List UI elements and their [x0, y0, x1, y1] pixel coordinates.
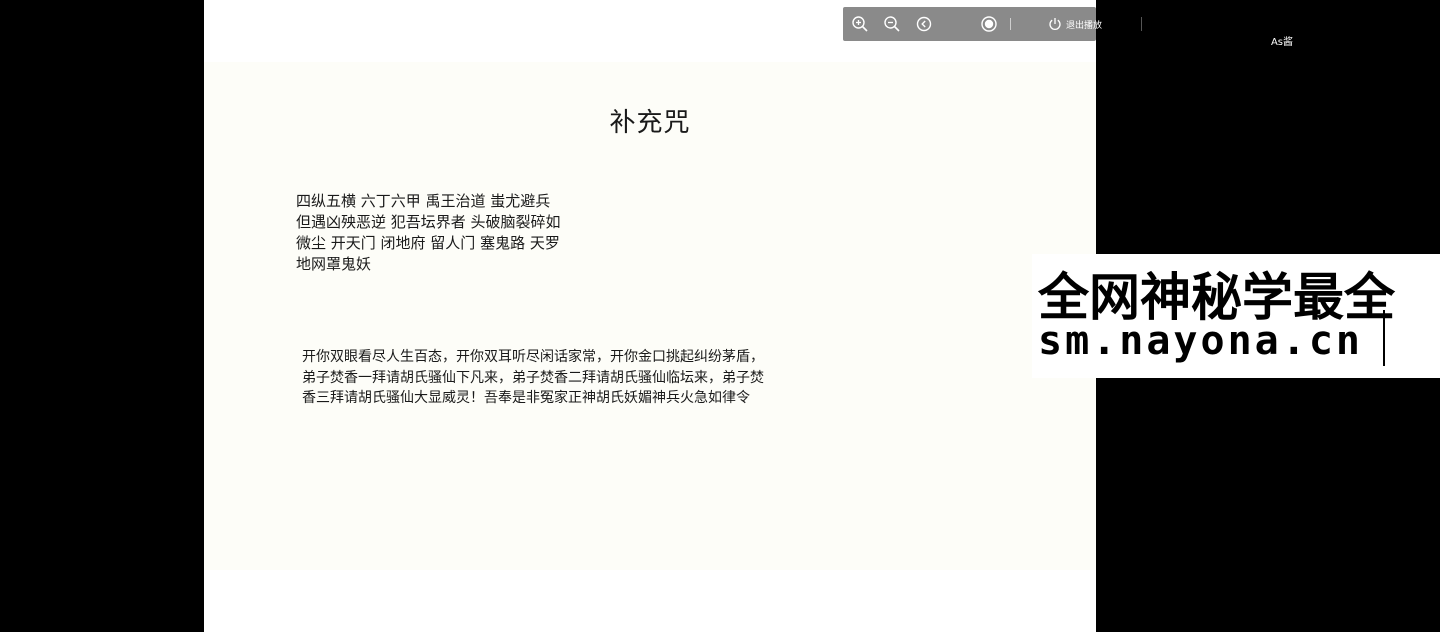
incantation-paragraph-2: 开你双眼看尽人生百态，开你双耳听尽闲话家常，开你金口挑起纠纷茅盾， 弟子焚香一拜… — [302, 347, 872, 409]
watermark-url: sm.nayona.cn — [1038, 318, 1363, 364]
zoom-out-icon[interactable] — [883, 15, 901, 33]
back-icon[interactable] — [915, 15, 933, 33]
paragraph-line: 地网罩鬼妖 — [296, 255, 372, 273]
watermark-overlay: 全网神秘学最全 sm.nayona.cn — [1032, 254, 1440, 378]
paragraph-line: 四纵五横 六丁六甲 禹王治道 蚩尤避兵 — [296, 192, 551, 210]
incantation-paragraph-1: 四纵五横 六丁六甲 禹王治道 蚩尤避兵 但遇凶殃恶逆 犯吾坛界者 头破脑裂碎如 … — [296, 191, 606, 275]
screen: 补充咒 四纵五横 六丁六甲 禹王治道 蚩尤避兵 但遇凶殃恶逆 犯吾坛界者 头破脑… — [0, 0, 1440, 632]
paragraph-line: 香三拜请胡氏骚仙大显威灵！吾奉是非冤家正神胡氏妖媚神兵火急如律令 — [302, 390, 750, 406]
presentation-slide: 补充咒 四纵五横 六丁六甲 禹王治道 蚩尤避兵 但遇凶殃恶逆 犯吾坛界者 头破脑… — [204, 0, 1096, 632]
text-cursor — [1383, 310, 1385, 366]
slide-title: 补充咒 — [609, 108, 691, 138]
exit-playback-label: 退出播放 — [1066, 20, 1103, 31]
header-divider — [1141, 17, 1142, 31]
paragraph-line: 微尘 开天门 闭地府 留人门 塞鬼路 天罗 — [296, 234, 560, 252]
exit-playback-button[interactable]: 退出播放 — [1048, 16, 1102, 32]
record-icon[interactable] — [980, 15, 998, 33]
toolbar-divider — [1010, 18, 1011, 30]
presentation-toolbar: 退出播放 — [843, 7, 1102, 41]
user-name: As酱 — [1270, 37, 1294, 48]
zoom-in-icon[interactable] — [851, 15, 869, 33]
power-icon — [1049, 18, 1061, 30]
paragraph-line: 开你双眼看尽人生百态，开你双耳听尽闲话家常，开你金口挑起纠纷茅盾， — [302, 349, 764, 365]
paragraph-line: 但遇凶殃恶逆 犯吾坛界者 头破脑裂碎如 — [296, 213, 561, 231]
paragraph-line: 弟子焚香一拜请胡氏骚仙下凡来，弟子焚香二拜请胡氏骚仙临坛来，弟子焚 — [302, 369, 764, 386]
